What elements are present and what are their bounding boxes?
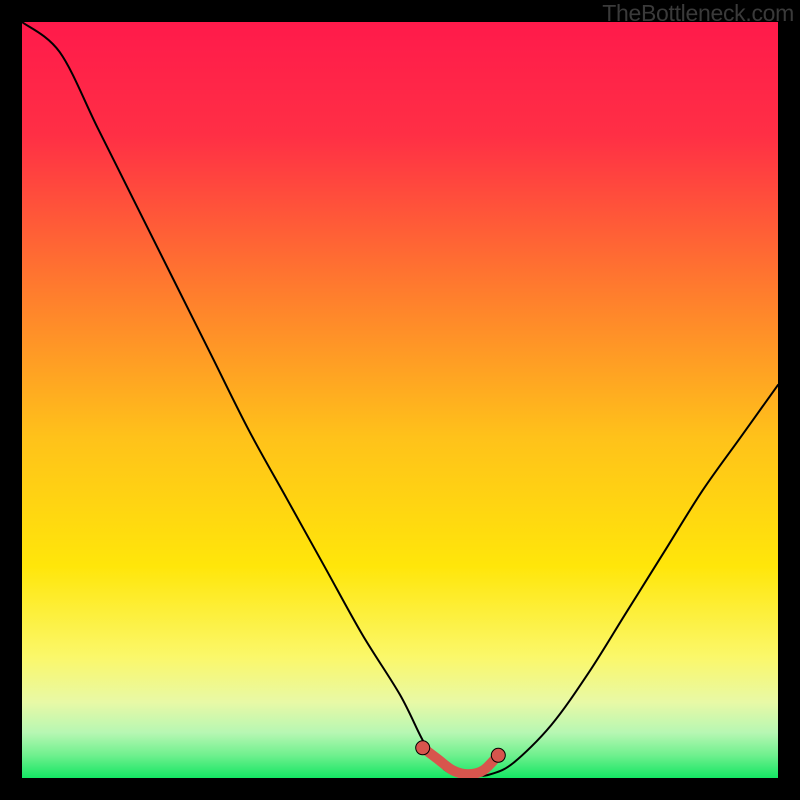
curve-overlay bbox=[22, 22, 778, 778]
optimal-zone-marker bbox=[423, 748, 499, 774]
chart-frame: TheBottleneck.com bbox=[0, 0, 800, 800]
optimal-zone-endpoints bbox=[416, 741, 506, 763]
bottleneck-curve bbox=[22, 22, 778, 776]
attribution-text: TheBottleneck.com bbox=[602, 0, 794, 27]
marker-endpoint bbox=[416, 741, 430, 755]
marker-endpoint bbox=[491, 748, 505, 762]
plot-area bbox=[22, 22, 778, 778]
